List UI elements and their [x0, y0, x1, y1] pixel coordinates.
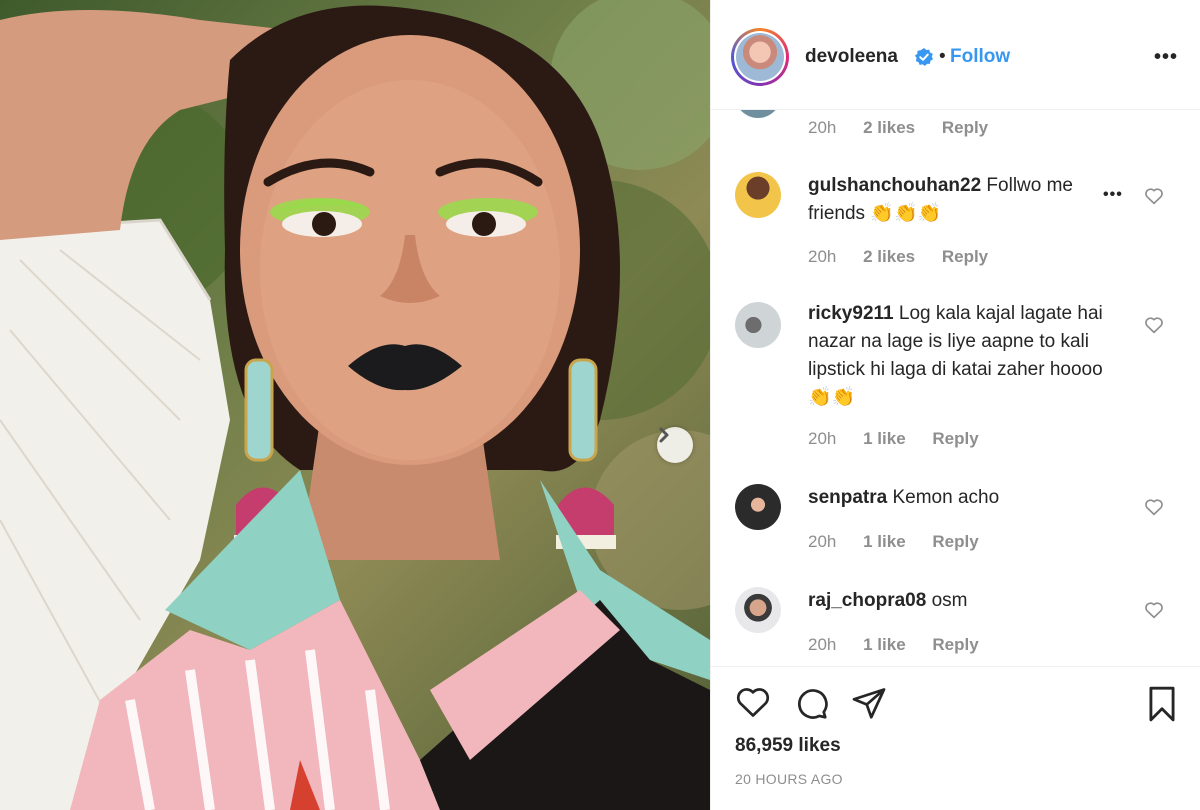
- comment-likes[interactable]: 1 like: [863, 429, 906, 448]
- comment-body: ricky9211 Log kala kajal lagate hai naza…: [808, 300, 1118, 412]
- comment-meta: 20h 1 like Reply: [808, 429, 1001, 449]
- heart-icon[interactable]: [735, 685, 771, 724]
- comment-text: osm: [931, 590, 968, 611]
- comment-more-icon[interactable]: •••: [1103, 186, 1123, 204]
- comment-meta: 20h 1 like Reply: [808, 635, 1001, 655]
- comment-likes[interactable]: 2 likes: [863, 118, 915, 137]
- comment-time: 20h: [808, 247, 837, 266]
- comment-like-heart-icon[interactable]: [1144, 316, 1164, 339]
- comment-username[interactable]: senpatra: [808, 487, 887, 508]
- post-side-panel: devoleena • Follow ••• 20h 2 likes Reply…: [710, 0, 1200, 810]
- author-avatar[interactable]: [731, 28, 789, 86]
- comment-time: 20h: [808, 429, 837, 448]
- reply-button[interactable]: Reply: [932, 429, 978, 448]
- post-timestamp: 20 HOURS AGO: [735, 771, 843, 787]
- comment-avatar[interactable]: [735, 110, 781, 118]
- comment-meta: 20h 1 like Reply: [808, 532, 1001, 552]
- comment-body: gulshanchouhan22 Follwo me friends 👏👏👏: [808, 172, 1118, 228]
- reply-button[interactable]: Reply: [932, 635, 978, 654]
- comment-username[interactable]: gulshanchouhan22: [808, 175, 981, 196]
- post-photo[interactable]: [0, 0, 710, 810]
- post-image-illustration: [0, 0, 710, 810]
- comment-avatar[interactable]: [735, 587, 781, 633]
- follow-button[interactable]: Follow: [950, 46, 1010, 68]
- likes-count[interactable]: 86,959 likes: [735, 735, 841, 757]
- comment-like-heart-icon[interactable]: [1144, 601, 1164, 624]
- comment-time: 20h: [808, 635, 837, 654]
- post-actions: 86,959 likes 20 HOURS AGO: [711, 666, 1200, 810]
- comments-list[interactable]: 20h 2 likes Reply gulshanchouhan22 Follw…: [711, 110, 1200, 665]
- next-photo-button[interactable]: [657, 427, 693, 463]
- comment-like-heart-icon[interactable]: [1144, 498, 1164, 521]
- comment-text: Kemon acho: [892, 487, 1000, 508]
- comment-meta: 20h 2 likes Reply: [808, 247, 1010, 267]
- comment-avatar[interactable]: [735, 302, 781, 348]
- more-options-icon[interactable]: •••: [1154, 46, 1178, 69]
- comment-likes[interactable]: 1 like: [863, 635, 906, 654]
- reply-button[interactable]: Reply: [942, 247, 988, 266]
- comment-likes[interactable]: 2 likes: [863, 247, 915, 266]
- comment-meta: 20h 2 likes Reply: [808, 118, 1010, 138]
- reply-button[interactable]: Reply: [932, 532, 978, 551]
- comment-like-heart-icon[interactable]: [1144, 187, 1164, 210]
- comment-avatar[interactable]: [735, 172, 781, 218]
- comment-time: 20h: [808, 532, 837, 551]
- reply-button[interactable]: Reply: [942, 118, 988, 137]
- comment-body: senpatra Kemon acho: [808, 484, 1118, 512]
- comment-username[interactable]: raj_chopra08: [808, 590, 926, 611]
- comment-icon[interactable]: [793, 685, 829, 726]
- verified-icon: [915, 48, 933, 71]
- bookmark-icon[interactable]: [1145, 685, 1179, 728]
- comment-avatar[interactable]: [735, 484, 781, 530]
- post-header: devoleena • Follow •••: [711, 0, 1200, 110]
- header-separator: •: [939, 46, 946, 67]
- comment-likes[interactable]: 1 like: [863, 532, 906, 551]
- comment-body: raj_chopra08 osm: [808, 587, 1118, 615]
- comment-username[interactable]: ricky9211: [808, 303, 894, 324]
- share-icon[interactable]: [851, 685, 887, 726]
- author-username[interactable]: devoleena: [805, 46, 898, 68]
- comment-time: 20h: [808, 118, 837, 137]
